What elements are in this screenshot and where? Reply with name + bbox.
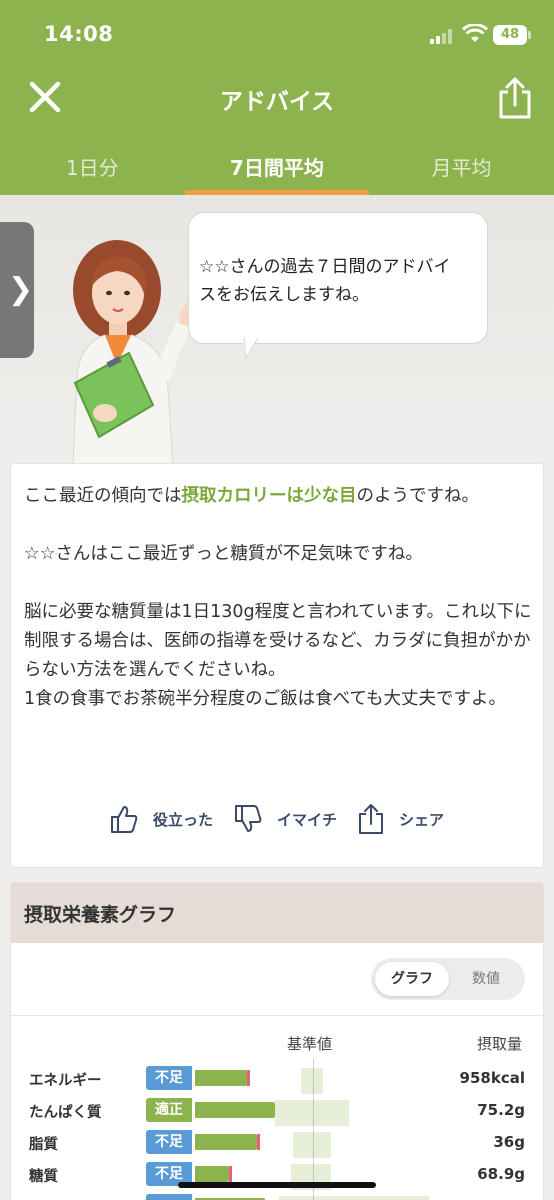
advisor-illustration (72, 240, 191, 465)
wifi-icon (462, 24, 488, 42)
share-icon (359, 804, 384, 834)
nutrient-value: 36g (493, 1133, 525, 1151)
intake-bar (195, 1166, 229, 1182)
advice-paragraph-4: 1食の食事でお茶碗半分程度のご飯は食べても大丈夫ですよ。 (24, 689, 507, 709)
nutrient-row: たんぱく質 適正 75.2g (11, 1098, 543, 1126)
intake-bar (195, 1070, 247, 1086)
nutrient-value: 958kcal (459, 1069, 525, 1087)
nutrient-name: たんぱく質 (29, 1105, 102, 1121)
home-indicator[interactable] (178, 1182, 376, 1188)
column-reference: 基準値 (287, 1035, 333, 1053)
battery-tip (528, 31, 531, 39)
cellular-signal-icon (430, 28, 456, 44)
advice-highlight: 摂取カロリーは少な目 (181, 486, 357, 506)
status-badge (146, 1194, 192, 1200)
share-advice-button[interactable]: シェア (357, 803, 444, 835)
graph-title: 摂取栄養素グラフ (24, 904, 177, 926)
nutrient-name: エネルギー (29, 1073, 102, 1089)
speech-bubble-tail (242, 338, 259, 360)
like-label: 役立った (153, 810, 214, 829)
dislike-label: イマイチ (277, 810, 338, 829)
status-badge: 適正 (146, 1098, 192, 1122)
period-tabs: 1日分 7日間平均 月平均 (0, 140, 554, 195)
reference-range (279, 1196, 429, 1200)
advice-paragraph-3: 脳に必要な糖質量は1日130g程度と言われています。これ以下に制限する場合は、医… (24, 602, 532, 680)
nutrient-name: 糖質 (29, 1169, 58, 1185)
speech-bubble: ☆☆さんの過去７日間のアドバイ スをお伝えしますね。 (188, 212, 488, 344)
tab-monthly-average[interactable]: 月平均 (369, 140, 554, 195)
dislike-button[interactable]: イマイチ (233, 804, 337, 834)
nutrient-row: 脂質 不足 36g (11, 1130, 543, 1158)
advice-p1-suffix: のようですね。 (356, 486, 480, 506)
status-time: 14:08 (44, 22, 114, 46)
page-title: アドバイス (219, 89, 335, 115)
intake-bar-tip (229, 1166, 232, 1182)
nutrient-graph-card: 摂取栄養素グラフ グラフ 数値 基準値 摂取量 エネルギー 不足 958kcal… (10, 882, 544, 1200)
advice-card: ここ最近の傾向では摂取カロリーは少な目のようですね。 ☆☆さんはここ最近ずっと糖… (10, 463, 544, 868)
nutrient-row (11, 1194, 543, 1200)
intake-bar-tip (257, 1134, 260, 1150)
share-icon[interactable] (496, 76, 534, 120)
status-badge: 不足 (146, 1130, 192, 1154)
battery-icon: 48 (493, 25, 527, 45)
bubble-line-2: スをお伝えしますね。 (199, 285, 369, 305)
advice-paragraph-1: ここ最近の傾向では摂取カロリーは少な目のようですね。 (24, 482, 534, 511)
advice-p1-prefix: ここ最近の傾向では (24, 486, 182, 506)
tab-7-day-average[interactable]: 7日間平均 (184, 140, 370, 195)
like-button[interactable]: 役立った (109, 804, 213, 834)
reference-range (275, 1100, 349, 1126)
advice-paragraph-2: ☆☆さんはここ最近ずっと糖質が不足気味ですね。 (24, 544, 423, 564)
thumbs-up-icon (111, 806, 138, 833)
feedback-actions: 役立った イマイチ シェア (109, 799, 464, 839)
divider (11, 1015, 543, 1016)
tab-1-day[interactable]: 1日分 (0, 140, 185, 195)
nutrient-name: 脂質 (29, 1137, 58, 1153)
bubble-line-1: ☆☆さんの過去７日間のアドバイ (199, 257, 451, 277)
app-header: 14:08 48 アドバイス 1日分 7日間平均 月平均 (0, 0, 554, 195)
reference-range (293, 1132, 331, 1158)
status-badge: 不足 (146, 1066, 192, 1090)
reference-range (301, 1068, 323, 1094)
nutrient-value: 75.2g (477, 1101, 525, 1119)
nutrient-row: エネルギー 不足 958kcal (11, 1066, 543, 1094)
side-drawer-handle[interactable]: ❯ (0, 222, 34, 358)
intake-bar (195, 1102, 275, 1118)
toggle-values[interactable]: 数値 (449, 962, 523, 996)
advice-text: ここ最近の傾向では摂取カロリーは少な目のようですね。 ☆☆さんはここ最近ずっと糖… (24, 482, 534, 714)
toggle-graph[interactable]: グラフ (375, 962, 449, 996)
nutrient-value: 68.9g (477, 1165, 525, 1183)
column-intake: 摂取量 (477, 1035, 523, 1053)
thumbs-down-icon (235, 805, 262, 832)
share-label: シェア (399, 810, 445, 829)
graph-card-header: 摂取栄養素グラフ (11, 883, 543, 943)
intake-bar (195, 1134, 257, 1150)
intake-bar-tip (247, 1070, 250, 1086)
view-toggle: グラフ 数値 (371, 958, 525, 1000)
chevron-right-icon: ❯ (8, 272, 34, 307)
